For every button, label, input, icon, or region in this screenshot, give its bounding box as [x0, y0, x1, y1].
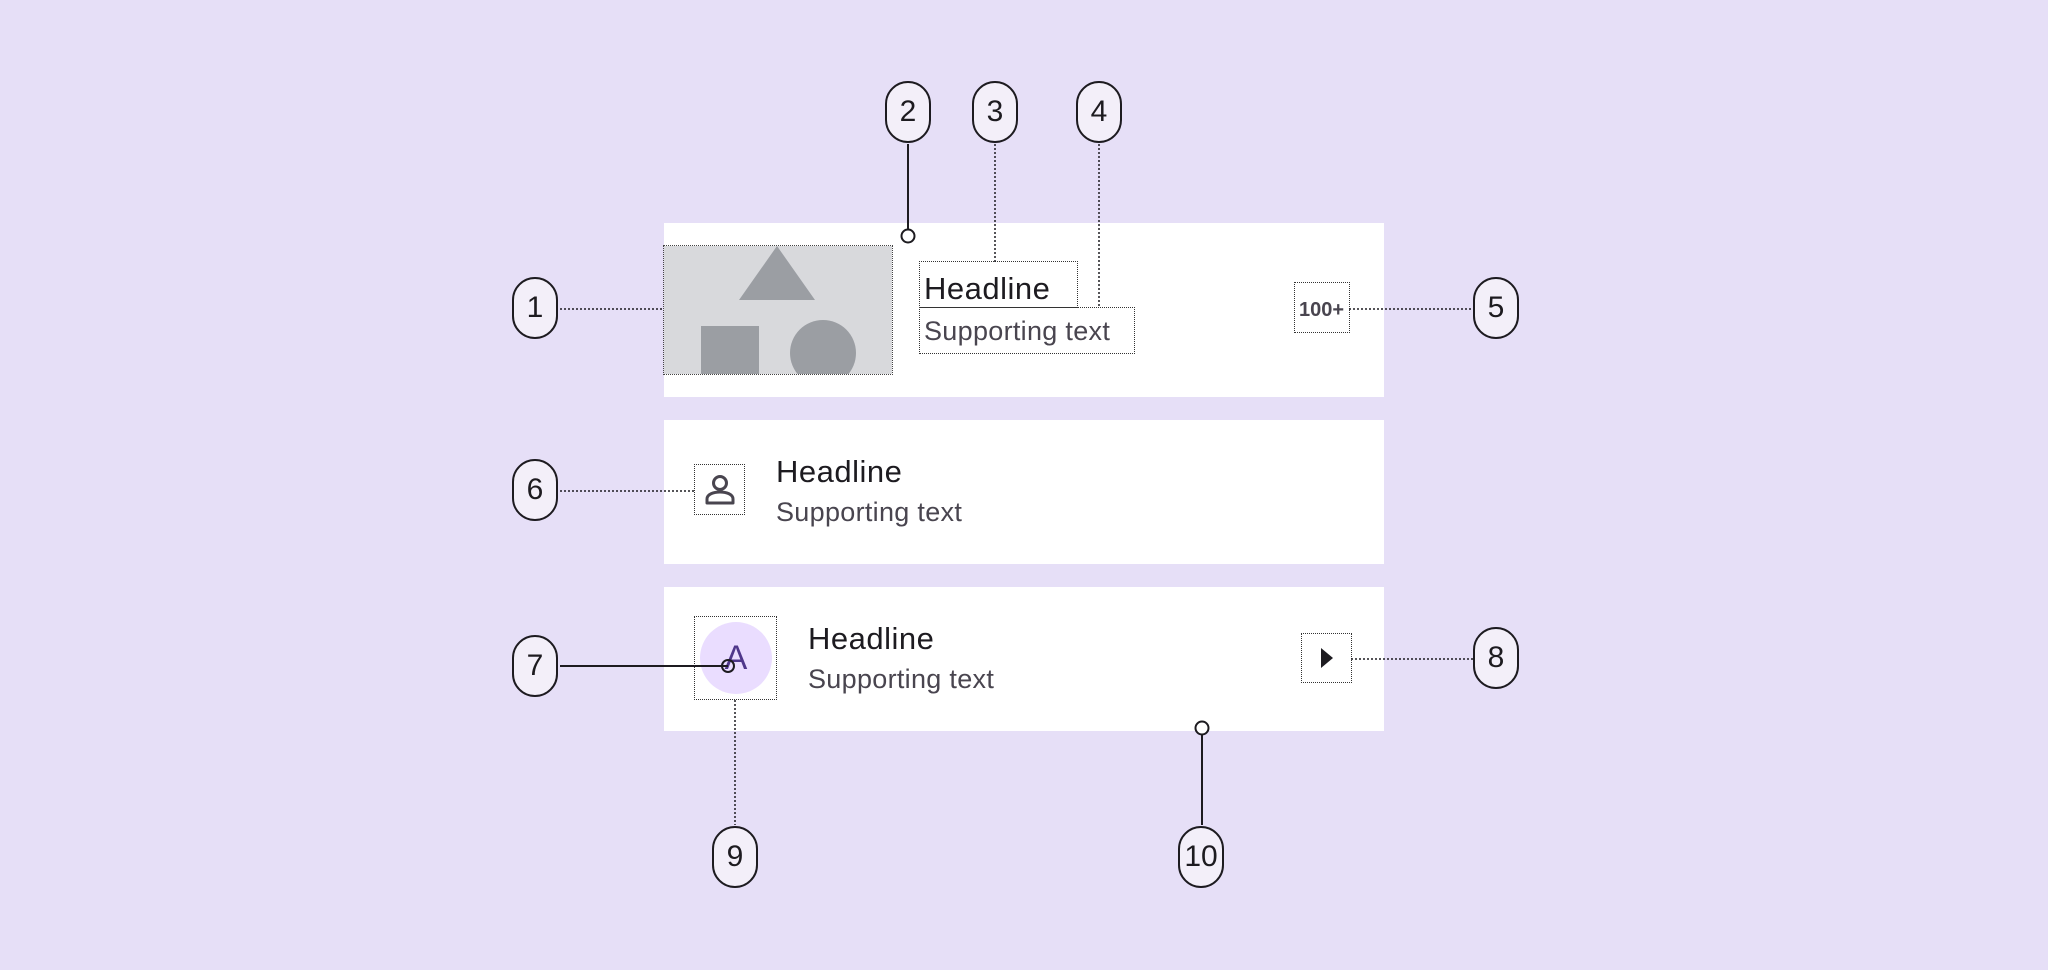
row-2-headline: Headline — [776, 454, 903, 489]
row-3-headline: Headline — [808, 621, 935, 656]
callout-2: 2 — [885, 81, 931, 143]
row-2-supporting-text: Supporting text — [776, 497, 963, 527]
callout-6: 6 — [512, 459, 558, 521]
callout-5: 5 — [1473, 277, 1519, 339]
list-item-row-2[interactable] — [664, 420, 1384, 564]
list-anatomy-diagram: Headline Supporting text 100+ Headline S… — [0, 0, 2048, 970]
thumbnail-triangle-shape — [739, 246, 815, 300]
callout-4: 4 — [1076, 81, 1122, 143]
trailing-badge-count: 100+ — [1299, 299, 1345, 321]
row-1-headline: Headline — [924, 271, 1051, 306]
row-3-supporting-text: Supporting text — [808, 664, 995, 694]
callout-10: 10 — [1178, 826, 1224, 888]
callout-9: 9 — [712, 826, 758, 888]
leading-thumbnail-image — [663, 245, 893, 375]
person-icon — [705, 475, 735, 505]
callout-1: 1 — [512, 277, 558, 339]
thumbnail-square-shape — [701, 326, 759, 374]
leading-avatar: A — [700, 622, 772, 694]
row-1-supporting-text: Supporting text — [924, 316, 1111, 346]
callout-8: 8 — [1473, 627, 1519, 689]
play-arrow-icon[interactable] — [1316, 645, 1338, 671]
callout-7: 7 — [512, 635, 558, 697]
callout-3: 3 — [972, 81, 1018, 143]
thumbnail-circle-shape — [790, 320, 856, 374]
